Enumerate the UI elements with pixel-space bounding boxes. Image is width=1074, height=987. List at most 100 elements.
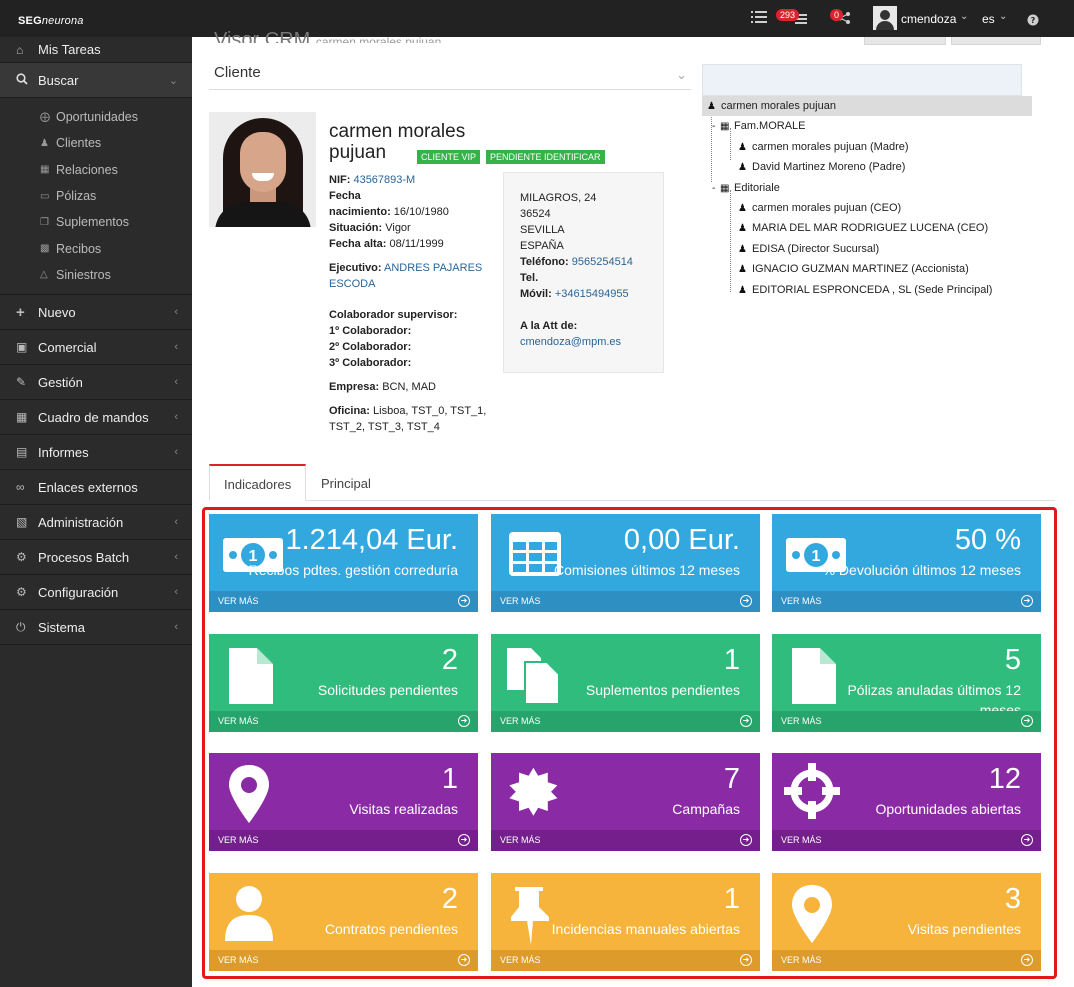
sidebar-subitem-siniestros[interactable]: △ Siniestros: [0, 262, 192, 288]
indicator-card[interactable]: 0,00 Eur. Comisiones últimos 12 meses VER …: [491, 514, 760, 612]
see-more-link[interactable]: VER MÁS ➜: [209, 591, 478, 612]
subitem-label: Oportunidades: [56, 110, 139, 125]
indicator-card[interactable]: 7 Campañas VER MÁS ➜: [491, 753, 760, 851]
tab-principal[interactable]: Principal: [307, 464, 385, 501]
pending-id-badge: PENDIENTE IDENTIFICAR: [486, 150, 605, 164]
collapse-chevron-icon[interactable]: ⌄: [676, 67, 687, 83]
power-icon: ⏻: [16, 619, 26, 634]
indicator-card[interactable]: 3 Visitas pendientes VER MÁS ➜: [772, 873, 1041, 971]
user-icon: ♟: [738, 162, 747, 173]
arrow-right-icon: ➜: [1021, 595, 1033, 607]
executive-link-2[interactable]: ESCODA: [329, 278, 375, 290]
tree-node-member[interactable]: ♟ MARIA DEL MAR RODRIGUEZ LUCENA (CEO): [738, 218, 988, 238]
sidebar-item-configuracion[interactable]: ⚙ Configuración ‹: [0, 575, 192, 611]
sidebar-item-procesos-batch[interactable]: ⚙ Procesos Batch ‹: [0, 540, 192, 576]
indicator-card[interactable]: 5 Pólizas anuladas últimos 12 meses VER MÁ…: [772, 634, 1041, 732]
see-more-link[interactable]: VER MÁS ➜: [772, 591, 1041, 612]
executive-link[interactable]: ANDRES PAJARES: [384, 262, 482, 274]
sidebar-item-nuevo[interactable]: + Nuevo ‹: [0, 295, 192, 331]
user-avatar[interactable]: [873, 6, 897, 30]
tree-node-member[interactable]: ♟ EDITORIAL ESPRONCEDA , SL (Sede Princip…: [738, 280, 992, 300]
sidebar-subitem-oportunidades[interactable]: ⨁ Oportunidades: [0, 104, 192, 130]
see-more-label: VER MÁS: [781, 955, 822, 965]
sidebar-subitem-clientes[interactable]: ♟ Clientes: [0, 130, 192, 156]
copy-icon: ❐: [40, 216, 49, 228]
header-action-button-1[interactable]: [864, 37, 946, 45]
sidebar-item-administracion[interactable]: ▧ Administración ‹: [0, 505, 192, 541]
sidebar-item-sistema[interactable]: ⏻ Sistema ‹: [0, 610, 192, 646]
client-alta: Fecha alta: 08/11/1999: [329, 238, 444, 250]
help-icon[interactable]: ?: [1027, 13, 1039, 30]
indicator-card[interactable]: 1 Visitas realizadas VER MÁS ➜: [209, 753, 478, 851]
section-divider: [209, 89, 691, 90]
see-more-label: VER MÁS: [500, 955, 541, 965]
plus-icon: +: [16, 303, 25, 321]
sidebar-item-informes[interactable]: ▤ Informes ‹: [0, 435, 192, 471]
arrow-right-icon: ➜: [740, 595, 752, 607]
see-more-link[interactable]: VER MÁS ➜: [772, 950, 1041, 971]
sidebar-item-label: Cuadro de mandos: [38, 409, 149, 425]
see-more-link[interactable]: VER MÁS ➜: [209, 950, 478, 971]
see-more-label: VER MÁS: [218, 835, 259, 845]
nif-link[interactable]: 43567893-M: [353, 174, 415, 186]
see-more-link[interactable]: VER MÁS ➜: [209, 830, 478, 851]
indicator-card[interactable]: 1 Incidencias manuales abiertas VER MÁS ➜: [491, 873, 760, 971]
tree-node-member[interactable]: ♟ carmen morales pujuan (CEO): [738, 198, 901, 218]
indicator-card[interactable]: 1 50 %% Devolución últimos 12 meses VER MÁ…: [772, 514, 1041, 612]
indicator-value: 5: [1004, 644, 1021, 676]
indicator-value: 12: [988, 763, 1021, 795]
book-icon: ▧: [16, 515, 28, 530]
tree-node-member[interactable]: ♟ EDISA (Director Sucursal): [738, 239, 879, 259]
see-more-link[interactable]: VER MÁS ➜: [772, 830, 1041, 851]
att-email-link[interactable]: cmendoza@mpm.es: [520, 334, 663, 350]
tree-node-member[interactable]: ♟ IGNACIO GUZMAN MARTINEZ (Accionista): [738, 259, 969, 279]
tree-connector-icon: -: [712, 183, 716, 194]
tab-indicadores[interactable]: Indicadores: [209, 464, 307, 501]
sidebar-subitem-relaciones[interactable]: ▦ Relaciones: [0, 157, 192, 183]
mobile-link[interactable]: +34615494955: [555, 288, 629, 300]
indicator-card[interactable]: 1 1.214,04 Eur. Recibos pdtes. gestión cor…: [209, 514, 478, 612]
sidebar-item-label: Sistema: [38, 619, 85, 635]
see-more-link[interactable]: VER MÁS ➜: [772, 711, 1041, 732]
sidebar-item-cuadro-de-mandos[interactable]: ▦ Cuadro de mandos ‹: [0, 400, 192, 436]
sidebar-item-comercial[interactable]: ▣ Comercial ‹: [0, 330, 192, 366]
indicator-card[interactable]: 12 Oportunidades abiertas VER MÁS ➜: [772, 753, 1041, 851]
sidebar-subitem-recibos[interactable]: ▩ Recibos: [0, 235, 192, 261]
tree-connector-icon: -: [712, 121, 716, 132]
sidebar-subitem-suplementos[interactable]: ❐ Suplementos: [0, 209, 192, 235]
tree-node-member[interactable]: ♟ carmen morales pujuan (Madre): [738, 137, 909, 157]
tree-node-member[interactable]: ♟ David Martinez Moreno (Padre): [738, 157, 905, 177]
language-selector[interactable]: es: [982, 12, 995, 26]
see-more-link[interactable]: VER MÁS ➜: [209, 711, 478, 732]
subitem-label: Clientes: [56, 136, 102, 151]
see-more-link[interactable]: VER MÁS ➜: [491, 591, 760, 612]
language-chevron-icon[interactable]: ⌄: [999, 11, 1007, 22]
see-more-link[interactable]: VER MÁS ➜: [491, 950, 760, 971]
chevron-left-icon: ‹: [174, 306, 178, 319]
header-action-button-2[interactable]: [951, 37, 1041, 45]
tree-node-group[interactable]: - ▦ Fam.MORALE: [712, 116, 806, 136]
list-icon[interactable]: [751, 10, 767, 28]
tree-node-root[interactable]: ♟ carmen morales pujuan: [702, 96, 1032, 116]
indicator-card[interactable]: 2 Contratos pendientes VER MÁS ➜: [209, 873, 478, 971]
vip-badge: CLIENTE VIP: [417, 150, 481, 164]
see-more-link[interactable]: VER MÁS ➜: [491, 830, 760, 851]
sidebar-item-mis-tareas[interactable]: ⌂ Mis Tareas: [0, 37, 192, 63]
sidebar-item-gestion[interactable]: ✎ Gestión ‹: [0, 365, 192, 401]
document-icon: ▭: [40, 190, 50, 202]
see-more-link[interactable]: VER MÁS ➜: [491, 711, 760, 732]
tree-node-group[interactable]: - ▦ Editoriale: [712, 178, 780, 198]
subitem-label: Siniestros: [56, 267, 111, 282]
indicator-card[interactable]: 2 Solicitudes pendientes VER MÁS ➜: [209, 634, 478, 732]
app-logo[interactable]: SEGneurona: [18, 15, 84, 27]
indicator-card[interactable]: 1 Suplementos pendientes VER MÁS ➜: [491, 634, 760, 732]
see-more-label: VER MÁS: [500, 596, 541, 606]
phone-link[interactable]: 9565254514: [572, 256, 633, 268]
sidebar-item-enlaces-externos[interactable]: ∞ Enlaces externos: [0, 470, 192, 506]
sidebar-item-buscar[interactable]: Buscar ⌄: [0, 63, 192, 98]
sidebar-subitem-polizas[interactable]: ▭ Pólizas: [0, 183, 192, 209]
username-label[interactable]: cmendoza: [901, 12, 956, 26]
indicator-value: 7: [723, 763, 740, 795]
indicator-label: % Devolución últimos 12 meses: [822, 562, 1021, 578]
user-menu-chevron-icon[interactable]: ⌄: [960, 11, 968, 22]
